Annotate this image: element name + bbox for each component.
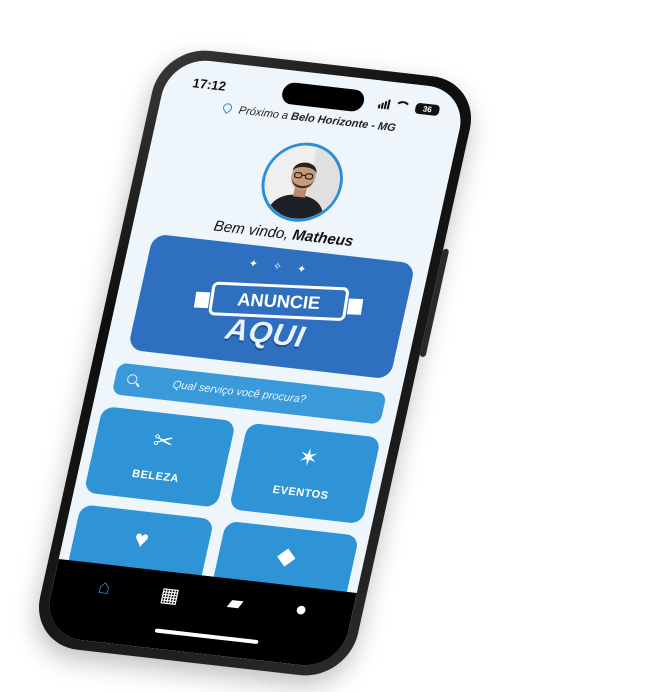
tab-calendar[interactable]: ▦ bbox=[149, 581, 190, 610]
search-icon bbox=[126, 373, 139, 385]
location-prefix: Próximo a bbox=[237, 104, 290, 123]
welcome-name: Matheus bbox=[290, 226, 356, 251]
dog-icon: ◆ bbox=[274, 542, 299, 571]
party-popper-icon: ✶ bbox=[295, 443, 322, 473]
user-icon: ● bbox=[292, 597, 310, 621]
category-label: BELEZA bbox=[130, 467, 181, 486]
stage: 17:12 36 Próximo a Belo Horizonte - MG B… bbox=[0, 0, 670, 692]
status-icons: 36 bbox=[377, 98, 441, 116]
calendar-icon: ▦ bbox=[158, 583, 182, 608]
location-city: Belo Horizonte - MG bbox=[289, 110, 397, 135]
heart-pulse-icon: ♥ bbox=[131, 525, 152, 554]
avatar-photo bbox=[257, 141, 348, 223]
home-indicator[interactable] bbox=[154, 628, 259, 645]
location-pin-icon bbox=[221, 101, 234, 115]
search-placeholder: Qual serviço você procura? bbox=[171, 378, 308, 406]
phone-screen: 17:12 36 Próximo a Belo Horizonte - MG B… bbox=[41, 56, 469, 670]
chat-icon: ▰ bbox=[225, 591, 246, 615]
advertise-banner[interactable]: ✦ ✧ ✦ ANUNCIE AQUI bbox=[127, 233, 416, 380]
battery-icon: 36 bbox=[414, 102, 441, 116]
welcome-greeting: Bem vindo, bbox=[212, 217, 291, 243]
signal-icon bbox=[377, 98, 391, 110]
category-eventos[interactable]: ✶ EVENTOS bbox=[228, 422, 382, 525]
category-label: EVENTOS bbox=[271, 483, 330, 503]
category-beleza[interactable]: ✂ BELEZA bbox=[83, 406, 236, 508]
home-icon: ⌂ bbox=[96, 575, 113, 599]
wifi-icon bbox=[393, 99, 412, 113]
avatar[interactable] bbox=[253, 138, 351, 226]
phone-frame: 17:12 36 Próximo a Belo Horizonte - MG B… bbox=[29, 45, 481, 681]
tab-home[interactable]: ⌂ bbox=[84, 574, 125, 601]
tab-profile[interactable]: ● bbox=[281, 596, 322, 623]
tab-chat[interactable]: ▰ bbox=[215, 588, 256, 617]
status-time: 17:12 bbox=[191, 74, 228, 94]
hair-dryer-icon: ✂ bbox=[150, 427, 177, 457]
